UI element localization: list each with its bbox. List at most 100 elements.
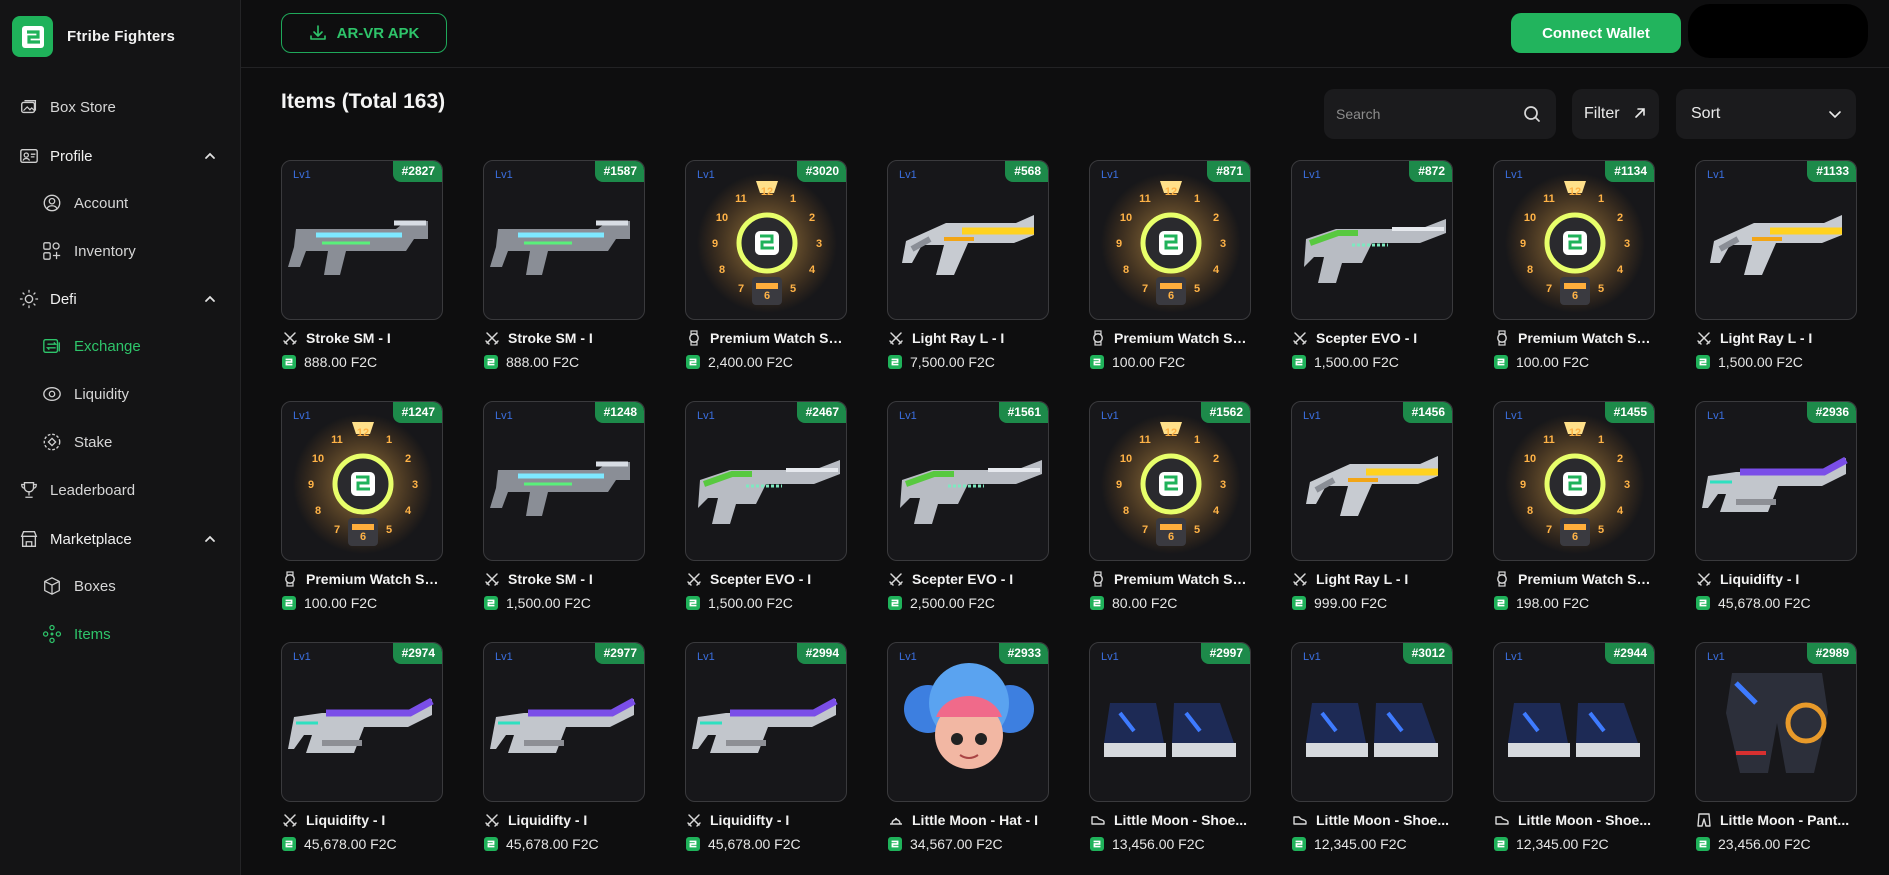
sidebar-item-box-store[interactable]: Box Store <box>0 85 241 129</box>
item-card[interactable]: Lv1 #872 Scepter EVO - I 1,500.00 F2C <box>1291 160 1453 370</box>
item-level: Lv1 <box>1505 169 1523 181</box>
ar-vr-apk-button[interactable]: AR-VR APK <box>281 13 447 53</box>
search-icon[interactable] <box>1522 104 1542 124</box>
item-card[interactable]: Lv1 #2997 Little Moon - Shoe... 13,456.00 F… <box>1089 642 1251 852</box>
item-card[interactable]: 12 1 2 3 4 5 6 7 8 9 10 11 Lv1 #1455 Premium Watch Sh.… <box>1493 401 1656 611</box>
item-name: Scepter EVO - I <box>912 571 1014 587</box>
item-thumbnail[interactable]: Lv1 #1133 <box>1695 160 1857 320</box>
item-card[interactable]: Lv1 #2933 Little Moon - Hat - I 34,567.00 F… <box>887 642 1049 852</box>
item-thumbnail[interactable]: Lv1 #1587 <box>483 160 645 320</box>
item-thumbnail[interactable]: 12 1 2 3 4 5 6 7 8 9 10 11 Lv1 #1134 <box>1493 160 1655 320</box>
item-thumbnail[interactable]: 12 1 2 3 4 5 6 7 8 9 10 11 Lv1 #1247 <box>281 401 443 561</box>
item-card[interactable]: Lv1 #1456 Light Ray L - I 999.00 F2C <box>1291 401 1454 611</box>
item-price: 12,345.00 F2C <box>1314 836 1407 852</box>
item-thumbnail[interactable]: Lv1 #2977 <box>483 642 645 802</box>
f2c-coin-icon <box>484 837 498 851</box>
item-thumbnail[interactable]: Lv1 #1456 <box>1291 401 1453 561</box>
item-thumbnail[interactable]: Lv1 #2944 <box>1493 642 1655 802</box>
item-card[interactable]: Lv1 #2994 Liquidifty - I 45,678.00 F2C <box>685 642 847 852</box>
item-price-row: 1,500.00 F2C <box>1696 354 1803 370</box>
sidebar-item-label: Boxes <box>74 577 116 595</box>
item-level: Lv1 <box>1505 410 1523 422</box>
swords-icon <box>889 573 903 586</box>
sidebar-item-items[interactable]: Items <box>0 612 241 656</box>
item-card[interactable]: 12 1 2 3 4 5 6 7 8 9 10 11 Lv1 #1134 Premium Watch Sh.… <box>1493 160 1656 370</box>
item-card[interactable]: 12 1 2 3 4 5 6 7 8 9 10 11 Lv1 #1562 Premium Watch Sh.… <box>1089 401 1252 611</box>
svg-text:8: 8 <box>1123 264 1129 276</box>
svg-text:7: 7 <box>1546 524 1552 536</box>
item-thumbnail[interactable]: Lv1 #2933 <box>887 642 1049 802</box>
app-logo[interactable]: Ftribe Fighters <box>12 16 175 57</box>
chevron-up-icon[interactable] <box>204 293 216 305</box>
item-id-badge: #1587 <box>594 161 644 182</box>
sidebar-item-defi[interactable]: Defi <box>0 277 241 321</box>
sort-dropdown[interactable]: Sort <box>1676 89 1856 139</box>
item-name: Premium Watch Sh... <box>710 330 848 346</box>
svg-text:12: 12 <box>357 427 369 439</box>
sidebar-item-marketplace[interactable]: Marketplace <box>0 517 241 561</box>
item-card[interactable]: Lv1 #2989 Little Moon - Pant... 23,456.00 F… <box>1695 642 1857 852</box>
item-thumbnail[interactable]: Lv1 #2997 <box>1089 642 1251 802</box>
sidebar-item-exchange[interactable]: Exchange <box>0 324 241 368</box>
filter-button[interactable]: Filter <box>1572 89 1659 139</box>
search-box[interactable] <box>1324 89 1556 139</box>
box-store-icon <box>18 96 40 118</box>
sidebar-item-stake[interactable]: Stake <box>0 420 241 464</box>
f2c-coin-icon <box>686 837 700 851</box>
item-card[interactable]: Lv1 #1133 Light Ray L - I 1,500.00 F2C <box>1695 160 1857 370</box>
item-thumbnail[interactable]: Lv1 #2467 <box>685 401 847 561</box>
item-card[interactable]: Lv1 #1248 Stroke SM - I 1,500.00 F2C <box>483 401 645 611</box>
svg-text:5: 5 <box>1194 524 1200 536</box>
item-card[interactable]: Lv1 #568 Light Ray L - I 7,500.00 F2C <box>887 160 1049 370</box>
item-thumbnail[interactable]: Lv1 #2974 <box>281 642 443 802</box>
sidebar-item-boxes[interactable]: Boxes <box>0 564 241 608</box>
sidebar-item-account[interactable]: Account <box>0 181 241 225</box>
svg-text:11: 11 <box>1139 434 1151 446</box>
sidebar-item-liquidity[interactable]: Liquidity <box>0 372 241 416</box>
item-card[interactable]: Lv1 #2936 Liquidifty - I 45,678.00 F2C <box>1695 401 1857 611</box>
item-thumbnail[interactable]: 12 1 2 3 4 5 6 7 8 9 10 11 Lv1 #3020 <box>685 160 847 320</box>
item-thumbnail[interactable]: Lv1 #568 <box>887 160 1049 320</box>
f2c-coin-icon <box>1292 596 1306 610</box>
svg-text:2: 2 <box>809 212 815 224</box>
item-price: 45,678.00 F2C <box>1718 595 1811 611</box>
item-card[interactable]: 12 1 2 3 4 5 6 7 8 9 10 11 Lv1 #871 Premium Watch Sh..… <box>1089 160 1252 370</box>
item-thumbnail[interactable]: Lv1 #2989 <box>1695 642 1857 802</box>
item-thumbnail[interactable]: Lv1 #1248 <box>483 401 645 561</box>
item-thumbnail[interactable]: Lv1 #2994 <box>685 642 847 802</box>
chevron-up-icon[interactable] <box>204 533 216 545</box>
item-card[interactable]: Lv1 #2977 Liquidifty - I 45,678.00 F2C <box>483 642 645 852</box>
item-name: Light Ray L - I <box>1720 330 1813 346</box>
item-level: Lv1 <box>899 410 917 422</box>
item-card[interactable]: 12 1 2 3 4 5 6 7 8 9 10 11 Lv1 #3020 Premium Watch Sh.… <box>685 160 848 370</box>
item-name-row: Light Ray L - I <box>1292 571 1454 587</box>
item-card[interactable]: Lv1 #1587 Stroke SM - I 888.00 F2C <box>483 160 645 370</box>
sidebar-item-leaderboard[interactable]: Leaderboard <box>0 468 241 512</box>
svg-text:9: 9 <box>1520 479 1526 491</box>
item-thumbnail[interactable]: 12 1 2 3 4 5 6 7 8 9 10 11 Lv1 #1455 <box>1493 401 1655 561</box>
item-id-badge: #1456 <box>1402 402 1452 423</box>
item-thumbnail[interactable]: Lv1 #872 <box>1291 160 1453 320</box>
item-thumbnail[interactable]: Lv1 #3012 <box>1291 642 1453 802</box>
sidebar-item-inventory[interactable]: Inventory <box>0 229 241 273</box>
item-name: Liquidifty - I <box>710 812 790 828</box>
item-card[interactable]: Lv1 #1561 Scepter EVO - I 2,500.00 F2C <box>887 401 1049 611</box>
item-card[interactable]: Lv1 #2467 Scepter EVO - I 1,500.00 F2C <box>685 401 847 611</box>
item-card[interactable]: Lv1 #2944 Little Moon - Shoe... 12,345.00 F… <box>1493 642 1655 852</box>
item-thumbnail[interactable]: Lv1 #1561 <box>887 401 1049 561</box>
item-thumbnail[interactable]: 12 1 2 3 4 5 6 7 8 9 10 11 Lv1 #871 <box>1089 160 1251 320</box>
search-input[interactable] <box>1336 106 1516 122</box>
exchange-icon <box>41 335 63 357</box>
item-card[interactable]: Lv1 #2827 Stroke SM - I 888.00 F2C <box>281 160 443 370</box>
item-id-badge: #872 <box>1409 161 1452 182</box>
sidebar-item-profile[interactable]: Profile <box>0 134 241 178</box>
item-thumbnail[interactable]: 12 1 2 3 4 5 6 7 8 9 10 11 Lv1 #1562 <box>1089 401 1251 561</box>
item-thumbnail[interactable]: Lv1 #2827 <box>281 160 443 320</box>
chevron-up-icon[interactable] <box>204 150 216 162</box>
connect-wallet-button[interactable]: Connect Wallet <box>1511 13 1681 53</box>
item-card[interactable]: Lv1 #3012 Little Moon - Shoe... 12,345.00 F… <box>1291 642 1453 852</box>
item-card[interactable]: 12 1 2 3 4 5 6 7 8 9 10 11 Lv1 #1247 Premium Watch Sh.… <box>281 401 444 611</box>
item-level: Lv1 <box>697 410 715 422</box>
item-card[interactable]: Lv1 #2974 Liquidifty - I 45,678.00 F2C <box>281 642 443 852</box>
item-thumbnail[interactable]: Lv1 #2936 <box>1695 401 1857 561</box>
